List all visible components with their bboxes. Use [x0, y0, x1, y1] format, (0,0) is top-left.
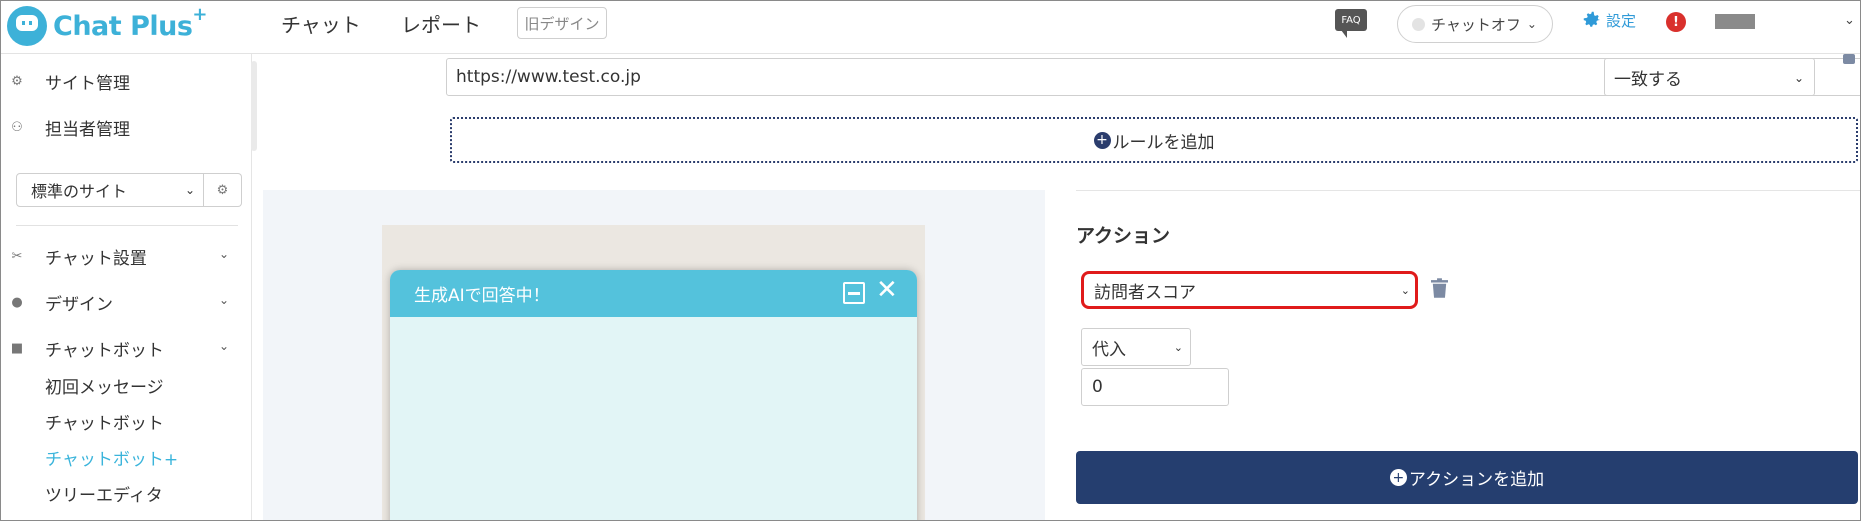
match-select-value: 一致する [1614, 69, 1682, 90]
sidebar-item-site-management[interactable]: ⚙ サイト管理 [1, 64, 249, 98]
chat-status-label: チャットオフ [1431, 15, 1521, 34]
operator-value: 代入 [1092, 339, 1126, 360]
settings-link[interactable]: 設定 [1581, 9, 1636, 31]
url-input-value: https://www.test.co.jp [456, 67, 641, 87]
chevron-down-icon: ⌄ [1400, 284, 1410, 297]
settings-label: 設定 [1606, 11, 1637, 30]
user-gear-icon: ⚇ [11, 119, 23, 135]
status-dot-icon [1412, 17, 1425, 31]
tools-icon: ✂ [11, 248, 23, 264]
alert-icon[interactable]: ! [1666, 12, 1686, 32]
sidebar-scrollbar[interactable] [251, 61, 257, 151]
chevron-down-icon: ⌄ [1526, 17, 1537, 31]
sidebar-divider [16, 225, 238, 226]
score-value: 0 [1092, 377, 1103, 397]
user-name-redacted[interactable] [1715, 14, 1755, 29]
logo-plus: + [192, 3, 208, 25]
delete-rule-icon[interactable] [1843, 54, 1855, 64]
chat-window-header: 生成AIで回答中！ ✕ [390, 270, 917, 317]
gear-icon: ⚙ [11, 73, 23, 89]
add-action-button[interactable]: + アクションを追加 [1076, 451, 1858, 504]
action-section-title: アクション [1076, 225, 1171, 247]
chevron-down-icon: ⌄ [218, 339, 229, 353]
operator-select[interactable]: 代入 ⌄ [1081, 328, 1191, 366]
top-header: Chat Plus + チャット レポート 旧デザイン FAQ チャットオフ ⌄ … [1, 1, 1860, 54]
chevron-down-icon: ⌄ [218, 247, 229, 261]
add-rule-label: ルールを追加 [1112, 132, 1215, 153]
sidebar-item-design[interactable]: ● デザイン ⌄ [1, 285, 249, 319]
sidebar-subitem-tree-editor[interactable]: ツリーエディタ [45, 481, 163, 506]
gear-icon: ⚙ [216, 182, 229, 198]
sidebar: ⚙ サイト管理 ⚇ 担当者管理 標準のサイト ⌄ ⚙ ✂ チャット設置 ⌄ ● … [1, 54, 252, 520]
sidebar-subitem-chatbot-plus[interactable]: チャットボット+ [45, 445, 178, 470]
add-action-label: アクションを追加 [1408, 470, 1545, 490]
old-design-button[interactable]: 旧デザイン [517, 7, 607, 39]
nav-report[interactable]: レポート [401, 9, 481, 38]
plus-circle-icon: + [1093, 131, 1111, 149]
sidebar-item-label: チャットボット [45, 340, 164, 361]
site-settings-button[interactable]: ⚙ [204, 173, 242, 207]
sidebar-item-label: サイト管理 [45, 73, 130, 94]
sidebar-subitem-first-message[interactable]: 初回メッセージ [45, 373, 164, 398]
sidebar-item-chatbot[interactable]: ■ チャットボット ⌄ [1, 331, 249, 365]
score-value-input[interactable]: 0 [1081, 368, 1229, 406]
sidebar-item-label: チャット設置 [45, 248, 147, 269]
chevron-down-icon: ⌄ [218, 293, 229, 307]
sidebar-item-label: デザイン [45, 294, 113, 315]
minimize-icon[interactable] [843, 282, 865, 304]
chevron-down-icon: ⌄ [184, 183, 195, 197]
chat-preview-area: 生成AIで回答中！ ✕ [263, 190, 1045, 520]
gear-icon [1583, 11, 1601, 27]
chevron-down-icon: ⌄ [1173, 341, 1183, 354]
nav-chat[interactable]: チャット [281, 9, 361, 38]
action-type-select[interactable]: 訪問者スコア ⌄ [1081, 271, 1418, 309]
faq-icon[interactable]: FAQ [1335, 9, 1367, 38]
chat-window-preview: 生成AIで回答中！ ✕ [390, 270, 917, 520]
logo-text: Chat Plus [53, 10, 193, 42]
close-icon[interactable]: ✕ [876, 277, 898, 303]
chat-bubbles-icon: ■ [10, 340, 24, 356]
sidebar-item-staff-management[interactable]: ⚇ 担当者管理 [1, 110, 249, 144]
sidebar-item-label: 担当者管理 [45, 119, 130, 140]
match-select[interactable]: 一致する ⌄ [1604, 58, 1815, 96]
chat-bubble-logo-icon [7, 6, 47, 46]
action-type-value: 訪問者スコア [1094, 282, 1196, 303]
site-select-value: 標準のサイト [31, 182, 128, 201]
sidebar-item-chat-install[interactable]: ✂ チャット設置 ⌄ [1, 239, 249, 273]
main-content: https://www.test.co.jp 一致する ⌄ + ルールを追加 生… [263, 54, 1860, 520]
chat-window-title: 生成AIで回答中！ [414, 286, 550, 306]
chat-status-toggle[interactable]: チャットオフ ⌄ [1397, 5, 1553, 43]
app-window: Chat Plus + チャット レポート 旧デザイン FAQ チャットオフ ⌄ … [0, 0, 1861, 521]
sidebar-subitem-chatbot[interactable]: チャットボット [45, 409, 164, 434]
chevron-down-icon: ⌄ [1793, 71, 1804, 85]
trash-icon[interactable] [1431, 278, 1448, 298]
palette-icon: ● [11, 294, 23, 310]
site-select[interactable]: 標準のサイト ⌄ [16, 173, 204, 207]
logo[interactable]: Chat Plus + [7, 3, 208, 49]
add-rule-button[interactable]: + ルールを追加 [450, 117, 1858, 163]
section-divider [1076, 190, 1860, 191]
user-menu-chevron-icon[interactable]: ⌄ [1844, 13, 1855, 28]
plus-circle-icon: + [1389, 469, 1407, 486]
